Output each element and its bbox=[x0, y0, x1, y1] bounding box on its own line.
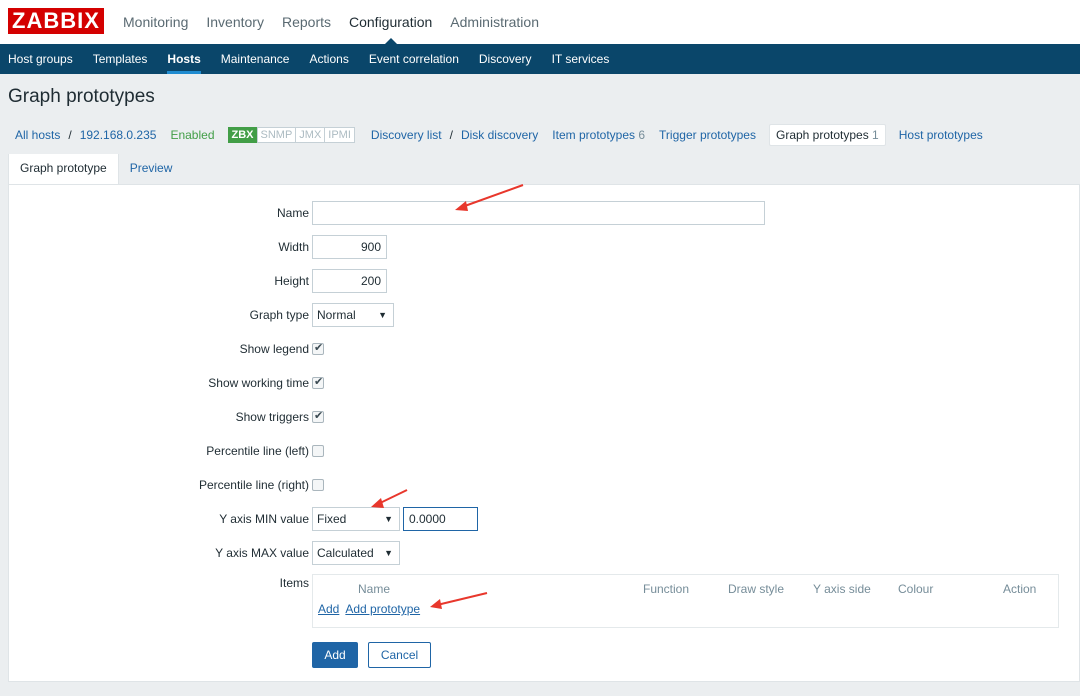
items-col-action: Action bbox=[1003, 582, 1037, 596]
name-input[interactable] bbox=[312, 201, 765, 225]
width-row: Width bbox=[9, 235, 1080, 259]
submenu-discovery[interactable]: Discovery bbox=[469, 44, 542, 74]
ipmi-badge: IPMI bbox=[324, 127, 355, 143]
y-axis-max-row: Y axis MAX value Calculated ▼ bbox=[9, 541, 1080, 565]
graph-type-row: Graph type Normal ▼ bbox=[9, 303, 1080, 327]
menu-reports[interactable]: Reports bbox=[273, 0, 340, 44]
items-actions: Add Add prototype bbox=[318, 602, 420, 616]
percentile-left-checkbox[interactable] bbox=[312, 445, 324, 457]
submenu-templates[interactable]: Templates bbox=[83, 44, 158, 74]
graph-prototypes-count: 1 bbox=[872, 128, 879, 142]
show-legend-label: Show legend bbox=[239, 342, 309, 356]
percentile-left-row: Percentile line (left) bbox=[9, 439, 1080, 463]
availability-badges: ZBX SNMP JMX IPMI bbox=[227, 127, 355, 143]
show-legend-row: Show legend bbox=[9, 337, 1080, 361]
add-prototype-link[interactable]: Add prototype bbox=[345, 602, 420, 616]
show-triggers-label: Show triggers bbox=[235, 410, 309, 424]
disk-discovery-link[interactable]: Disk discovery bbox=[454, 124, 545, 146]
items-label: Items bbox=[279, 576, 309, 590]
width-input[interactable] bbox=[312, 235, 387, 259]
graph-prototype-form: Name Width Height Graph type Normal ▼ Sho… bbox=[8, 184, 1080, 682]
main-menu: Monitoring Inventory Reports Configurati… bbox=[114, 0, 548, 44]
form-tabs: Graph prototype Preview bbox=[8, 154, 184, 187]
name-label: Name bbox=[276, 206, 309, 220]
graph-prototypes-current[interactable]: Graph prototypes 1 bbox=[768, 124, 886, 146]
items-table: Name Function Draw style Y axis side Col… bbox=[312, 574, 1059, 628]
name-row: Name bbox=[9, 201, 1080, 225]
show-working-time-row: Show working time bbox=[9, 371, 1080, 395]
items-col-function: Function bbox=[643, 582, 690, 596]
jmx-badge: JMX bbox=[295, 127, 326, 143]
height-input[interactable] bbox=[312, 269, 387, 293]
item-prototypes-link[interactable]: Item prototypes 6 bbox=[545, 124, 652, 146]
height-label: Height bbox=[274, 274, 309, 288]
all-hosts-link[interactable]: All hosts bbox=[8, 124, 67, 146]
y-axis-min-type-select[interactable]: Fixed ▼ bbox=[312, 507, 400, 531]
snmp-badge: SNMP bbox=[256, 127, 297, 143]
y-axis-max-type-value: Calculated bbox=[317, 546, 374, 560]
menu-inventory[interactable]: Inventory bbox=[197, 0, 273, 44]
discovery-list-link[interactable]: Discovery list bbox=[364, 124, 449, 146]
y-axis-max-label: Y axis MAX value bbox=[215, 546, 309, 560]
tab-preview[interactable]: Preview bbox=[119, 154, 184, 185]
submenu-actions[interactable]: Actions bbox=[299, 44, 358, 74]
trigger-prototypes-link[interactable]: Trigger prototypes bbox=[652, 124, 763, 146]
host-prototypes-link[interactable]: Host prototypes bbox=[892, 124, 990, 146]
tab-graph-prototype[interactable]: Graph prototype bbox=[8, 154, 119, 187]
show-legend-checkbox[interactable] bbox=[312, 341, 324, 355]
y-axis-min-input[interactable] bbox=[403, 507, 478, 531]
percentile-right-label: Percentile line (right) bbox=[198, 478, 309, 492]
submenu-event-correlation[interactable]: Event correlation bbox=[359, 44, 469, 74]
height-row: Height bbox=[9, 269, 1080, 293]
y-axis-max-type-select[interactable]: Calculated ▼ bbox=[312, 541, 400, 565]
chevron-down-icon: ▼ bbox=[378, 310, 387, 320]
sub-menu: Host groups Templates Hosts Maintenance … bbox=[0, 44, 1080, 74]
items-col-name: Name bbox=[358, 582, 391, 596]
show-triggers-row: Show triggers bbox=[9, 405, 1080, 429]
submenu-it-services[interactable]: IT services bbox=[542, 44, 620, 74]
menu-monitoring[interactable]: Monitoring bbox=[114, 0, 197, 44]
graph-type-value: Normal bbox=[317, 308, 356, 322]
item-prototypes-label: Item prototypes bbox=[552, 128, 636, 142]
show-working-time-label: Show working time bbox=[208, 376, 309, 390]
chevron-down-icon: ▼ bbox=[384, 548, 393, 558]
percentile-left-label: Percentile line (left) bbox=[206, 444, 309, 458]
submenu-maintenance[interactable]: Maintenance bbox=[211, 44, 300, 74]
items-col-y-axis-side: Y axis side bbox=[813, 582, 871, 596]
menu-configuration[interactable]: Configuration bbox=[340, 0, 441, 44]
y-axis-min-row: Y axis MIN value Fixed ▼ bbox=[9, 507, 1080, 531]
items-col-colour: Colour bbox=[898, 582, 934, 596]
cancel-button[interactable]: Cancel bbox=[368, 642, 431, 668]
show-triggers-checkbox[interactable] bbox=[312, 409, 324, 423]
item-prototypes-count: 6 bbox=[638, 128, 646, 142]
host-link[interactable]: 192.168.0.235 bbox=[73, 124, 164, 146]
show-working-time-checkbox[interactable] bbox=[312, 375, 324, 389]
percentile-right-row: Percentile line (right) bbox=[9, 473, 1080, 497]
y-axis-min-type-value: Fixed bbox=[317, 512, 347, 526]
items-col-draw-style: Draw style bbox=[728, 582, 785, 596]
menu-administration[interactable]: Administration bbox=[441, 0, 548, 44]
chevron-down-icon: ▼ bbox=[384, 514, 393, 524]
submenu-host-groups[interactable]: Host groups bbox=[0, 44, 83, 74]
submenu-hosts[interactable]: Hosts bbox=[157, 44, 210, 74]
graph-type-select[interactable]: Normal ▼ bbox=[312, 303, 394, 327]
top-bar: ZABBIX Monitoring Inventory Reports Conf… bbox=[0, 0, 1080, 44]
y-axis-min-label: Y axis MIN value bbox=[219, 512, 309, 526]
percentile-right-checkbox[interactable] bbox=[312, 479, 324, 491]
host-navigation: All hosts / 192.168.0.235 Enabled ZBX SN… bbox=[8, 124, 990, 146]
page-title: Graph prototypes bbox=[8, 86, 155, 107]
graph-prototypes-label: Graph prototypes bbox=[775, 128, 869, 142]
zabbix-logo[interactable]: ZABBIX bbox=[8, 8, 104, 34]
host-status-enabled[interactable]: Enabled bbox=[163, 128, 221, 142]
add-item-link[interactable]: Add bbox=[318, 602, 339, 616]
graph-type-label: Graph type bbox=[249, 308, 309, 322]
zbx-badge: ZBX bbox=[227, 127, 258, 143]
width-label: Width bbox=[278, 240, 309, 254]
add-button[interactable]: Add bbox=[312, 642, 358, 668]
